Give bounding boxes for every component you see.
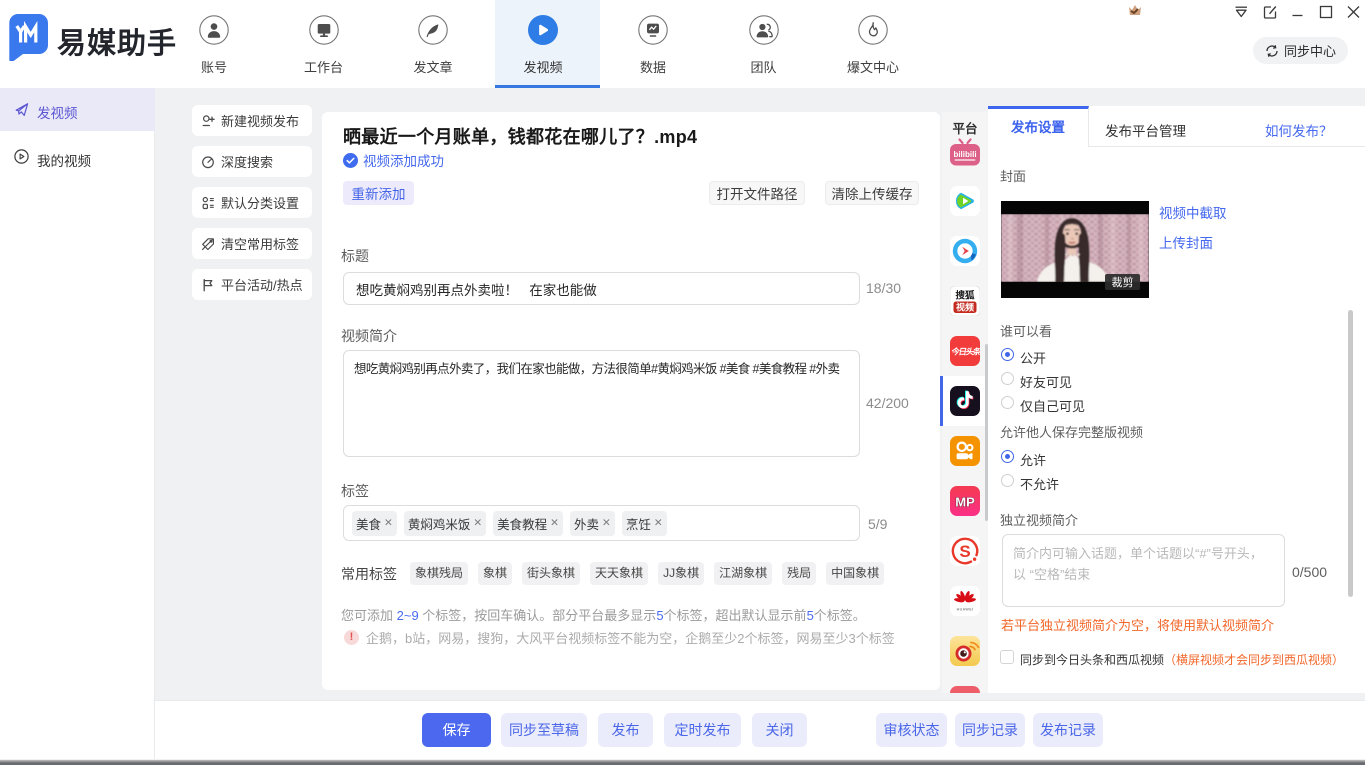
svg-text:bilibili: bilibili <box>953 150 976 159</box>
svg-text:4.8: 4.8 <box>1007 219 1016 225</box>
svg-text:搜狐: 搜狐 <box>955 290 975 302</box>
svg-text:今日头条: 今日头条 <box>950 347 980 357</box>
svg-text:裁剪: 裁剪 <box>1112 275 1134 289</box>
svg-text:视频: 视频 <box>956 302 974 313</box>
svg-text:S: S <box>959 542 970 561</box>
svg-text:HUAWEI: HUAWEI <box>957 608 974 612</box>
svg-text:MP: MP <box>955 495 975 510</box>
